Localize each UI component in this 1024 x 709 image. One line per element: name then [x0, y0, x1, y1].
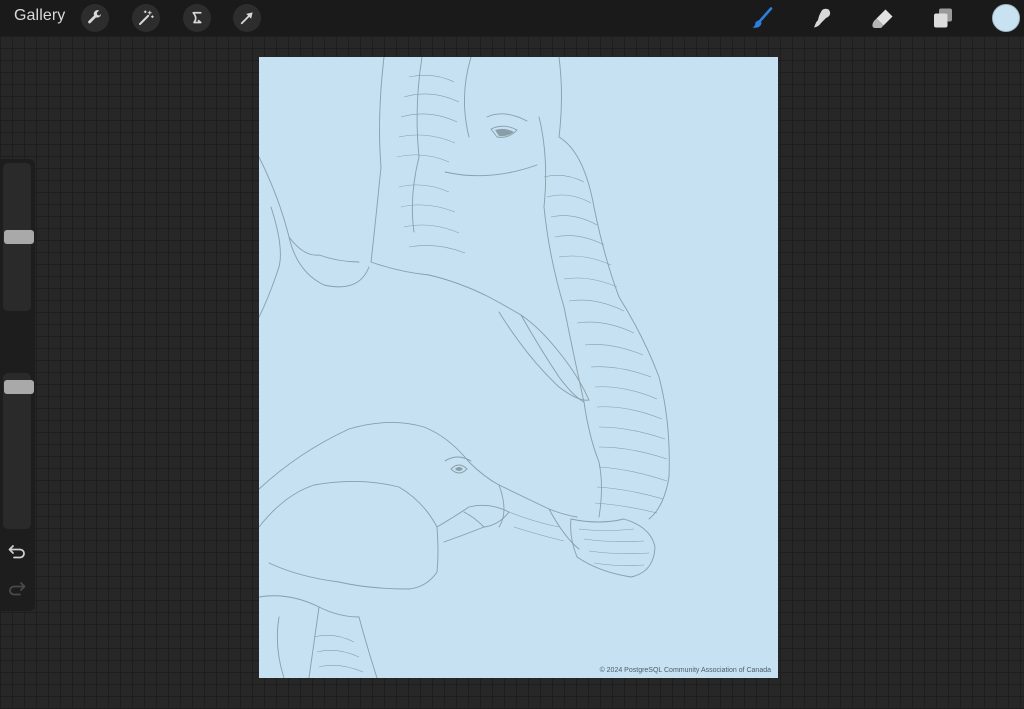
eraser-icon	[872, 9, 893, 28]
brush-tool[interactable]	[748, 4, 776, 32]
brush-icon	[752, 7, 773, 28]
smudge-tool[interactable]	[808, 4, 836, 32]
procreate-app: Gallery © 2024 PostgreSQL Community Asso…	[0, 0, 1024, 709]
color-picker-swatch[interactable]	[992, 4, 1020, 32]
wrench-icon	[88, 10, 101, 24]
adjustments-button[interactable]	[132, 4, 160, 32]
layers-button[interactable]	[929, 4, 957, 32]
transform-button[interactable]	[233, 4, 261, 32]
transform-arrow-icon	[240, 12, 253, 25]
brush-size-thumb[interactable]	[4, 230, 34, 244]
selection-button[interactable]	[183, 4, 211, 32]
selection-icon	[192, 11, 202, 24]
opacity-thumb[interactable]	[4, 380, 34, 394]
opacity-slider[interactable]	[3, 373, 34, 529]
canvas-background	[259, 57, 778, 678]
copyright-notice: © 2024 PostgreSQL Community Association …	[599, 667, 771, 674]
drawing-canvas[interactable]: © 2024 PostgreSQL Community Association …	[259, 57, 778, 678]
top-toolbar: Gallery	[0, 0, 1024, 36]
actions-button[interactable]	[81, 4, 109, 32]
gallery-button[interactable]: Gallery	[14, 7, 65, 25]
redo-button[interactable]	[7, 578, 27, 598]
magic-wand-icon	[139, 10, 154, 25]
layers-icon	[934, 8, 952, 28]
undo-button[interactable]	[7, 541, 27, 561]
left-sidebar	[0, 159, 35, 611]
redo-icon	[9, 582, 26, 596]
smudge-icon	[814, 8, 831, 28]
eraser-tool[interactable]	[869, 4, 897, 32]
elephant-line-sketch	[259, 57, 778, 678]
undo-icon	[8, 545, 25, 559]
brush-size-slider[interactable]	[3, 163, 34, 311]
